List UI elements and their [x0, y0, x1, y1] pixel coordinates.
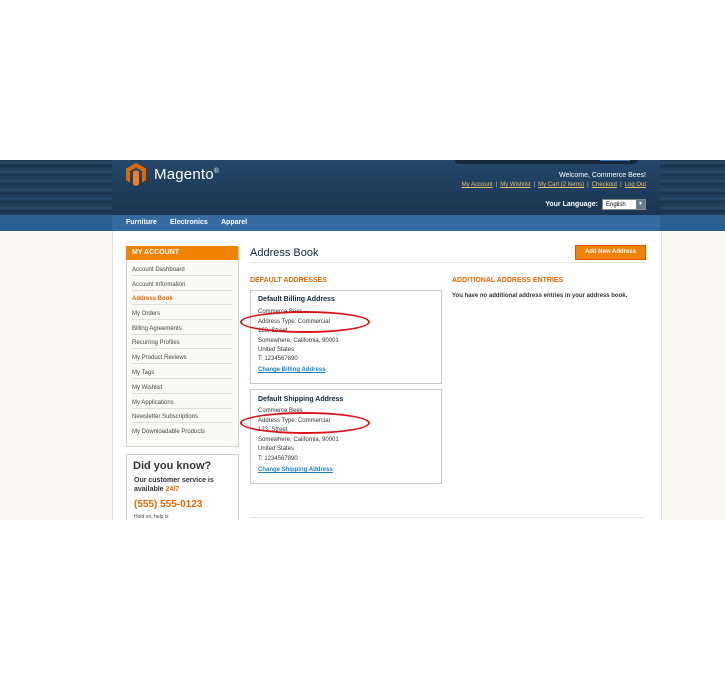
nav-item-apparel[interactable]: Apparel — [221, 219, 247, 226]
default-addresses-heading: DEFAULT ADDRESSES — [250, 277, 328, 284]
sidebar-item-recurring-profiles[interactable]: Recurring Profiles — [132, 340, 232, 349]
shipping-line-city: Somewhere, California, 90001 — [258, 437, 339, 443]
change-billing-address-link[interactable]: Change Billing Address — [258, 367, 325, 373]
nav-item-furniture[interactable]: Furniture — [126, 219, 157, 226]
shipping-line-phone: T: 1234567890 — [258, 456, 298, 462]
sidebar-item-account-dashboard[interactable]: Account Dashboard — [132, 267, 232, 276]
sidebar-item-my-downloadable-products[interactable]: My Downloadable Products — [132, 429, 232, 437]
sidebar-item-my-wishlist[interactable]: My Wishlist — [132, 385, 232, 394]
no-entries-text: You have no additional address entries i… — [452, 293, 628, 299]
promo-line: Our customer service is — [134, 477, 214, 484]
promo-line-availability: available 24/7 — [134, 486, 180, 493]
highlight-oval-shipping — [240, 412, 370, 434]
promo-phone: (555) 555-0123 — [134, 499, 203, 510]
my-cart-link[interactable]: My Cart (2 items) — [538, 182, 584, 188]
billing-address-title: Default Billing Address — [258, 296, 335, 303]
shipping-line-country: United States — [258, 446, 295, 452]
search-bar[interactable] — [455, 160, 638, 164]
sidebar-item-my-tags[interactable]: My Tags — [132, 370, 232, 379]
my-account-link[interactable]: My Account — [462, 182, 493, 188]
billing-line-phone: T: 1234567890 — [258, 356, 298, 362]
welcome-text: Welcome, Commerce Bees! — [558, 172, 646, 179]
magento-logo-icon — [126, 163, 146, 186]
sidebar-item-my-applications[interactable]: My Applications — [132, 400, 232, 409]
bottom-divider — [250, 517, 644, 518]
brand-name: Magento® — [154, 165, 220, 183]
chevron-down-icon: ▼ — [636, 200, 645, 209]
language-switcher: Your Language: English ▼ — [545, 199, 646, 210]
promo-title: Did you know? — [133, 460, 212, 472]
billing-line-country: United States — [258, 347, 295, 353]
add-new-address-button[interactable]: Add New Address — [575, 245, 646, 260]
billing-line-city: Somewhere, California, 90001 — [258, 338, 339, 344]
additional-addresses-heading: ADDITIONAL ADDRESS ENTRIES — [452, 277, 564, 284]
title-divider — [250, 262, 644, 263]
nav-item-electronics[interactable]: Electronics — [170, 219, 208, 226]
header-links: My Account | My Wishlist | My Cart (2 items)… — [461, 182, 646, 188]
sidebar-item-address-book[interactable]: Address Book — [132, 296, 232, 305]
change-shipping-address-link[interactable]: Change Shipping Address — [258, 467, 333, 473]
my-wishlist-link[interactable]: My Wishlist — [500, 182, 530, 188]
promo-hold: Hold on, help is — [134, 514, 169, 520]
search-button[interactable] — [600, 160, 630, 161]
highlight-oval-billing — [240, 311, 370, 333]
sidebar-item-account-information[interactable]: Account Information — [132, 282, 232, 291]
sidebar-item-newsletter-subscriptions[interactable]: Newsletter Subscriptions — [132, 414, 232, 423]
checkout-link[interactable]: Checkout — [592, 182, 617, 188]
shipping-address-title: Default Shipping Address — [258, 396, 344, 403]
language-label: Your Language: — [545, 201, 598, 208]
sidebar-item-billing-agreements[interactable]: Billing Agreements — [132, 326, 232, 335]
page-title: Address Book — [250, 247, 319, 259]
log-out-link[interactable]: Log Out — [625, 182, 646, 188]
language-select[interactable]: English ▼ — [602, 199, 646, 210]
account-nav-title: MY ACCOUNT — [126, 246, 238, 260]
logo[interactable]: Magento® — [124, 162, 219, 186]
screenshot-region: Magento® Welcome, Commerce Bees! My Acco… — [0, 160, 725, 520]
sidebar-item-my-product-reviews[interactable]: My Product Reviews — [132, 355, 232, 364]
sidebar-item-my-orders[interactable]: My Orders — [132, 311, 232, 320]
